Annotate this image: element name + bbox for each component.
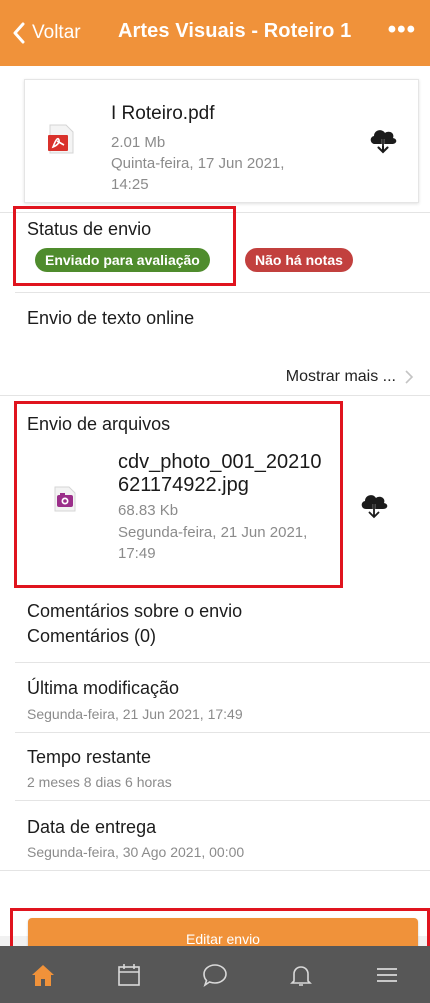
divider bbox=[15, 292, 430, 293]
bell-icon bbox=[290, 965, 312, 986]
status-badge-no-grades: Não há notas bbox=[245, 248, 353, 272]
attachment-date-line2: 14:25 bbox=[111, 176, 149, 193]
submitted-file-size: 68.83 Kb bbox=[118, 502, 179, 519]
more-options-button[interactable]: ••• bbox=[388, 18, 416, 42]
chevron-right-icon bbox=[405, 370, 414, 384]
time-remaining-value: 2 meses 8 dias 6 horas bbox=[27, 774, 172, 790]
cloud-download-icon[interactable] bbox=[358, 489, 390, 521]
attachment-file-size: 2.01 Mb bbox=[111, 134, 166, 151]
tab-messages[interactable] bbox=[195, 955, 235, 995]
divider bbox=[0, 870, 430, 871]
tab-home[interactable] bbox=[23, 955, 63, 995]
calendar-icon bbox=[118, 963, 140, 986]
tab-menu[interactable] bbox=[367, 955, 407, 995]
submitted-file-name-line2: 621174922.jpg bbox=[118, 474, 249, 496]
divider bbox=[15, 662, 430, 663]
submitted-file-name[interactable]: cdv_photo_001_20210 621174922.jpg bbox=[118, 451, 338, 497]
status-highlight bbox=[13, 206, 236, 286]
home-icon bbox=[32, 964, 54, 986]
divider bbox=[0, 395, 430, 396]
page-title: Artes Visuais - Roteiro 1 bbox=[118, 20, 352, 42]
submission-status-label: Status de envio bbox=[27, 219, 152, 239]
last-modified-value: Segunda-feira, 21 Jun 2021, 17:49 bbox=[27, 706, 243, 722]
cloud-download-icon[interactable] bbox=[367, 124, 399, 156]
time-remaining-label: Tempo restante bbox=[27, 747, 152, 767]
online-text-label: Envio de texto online bbox=[27, 308, 195, 328]
submitted-file-name-line1: cdv_photo_001_20210 bbox=[118, 451, 322, 473]
image-file-icon bbox=[54, 486, 76, 512]
attachment-file-name: I Roteiro.pdf bbox=[111, 103, 215, 124]
chevron-left-icon bbox=[13, 22, 25, 44]
show-more-link[interactable]: Mostrar mais ... bbox=[286, 368, 414, 386]
comments-count-link[interactable]: Comentários (0) bbox=[27, 626, 156, 647]
last-modified-label: Última modificação bbox=[27, 678, 180, 698]
status-badge-submitted: Enviado para avaliação bbox=[35, 248, 210, 272]
bottom-tab-bar bbox=[0, 946, 430, 1003]
comments-label: Comentários sobre o envio bbox=[27, 601, 243, 621]
divider bbox=[15, 732, 430, 733]
back-button[interactable]: Voltar bbox=[0, 0, 81, 66]
pdf-file-icon bbox=[48, 124, 74, 154]
attachment-date-line1: Quinta-feira, 17 Jun 2021, bbox=[111, 155, 285, 172]
tab-notifications[interactable] bbox=[281, 955, 321, 995]
back-label: Voltar bbox=[32, 22, 81, 43]
submitted-file-date-line1: Segunda-feira, 21 Jun 2021, bbox=[118, 524, 308, 541]
submission-content: I Roteiro.pdf 2.01 Mb Quinta-feira, 17 J… bbox=[0, 66, 430, 936]
attachment-card[interactable]: I Roteiro.pdf 2.01 Mb Quinta-feira, 17 J… bbox=[24, 79, 419, 203]
divider bbox=[15, 800, 430, 801]
file-submission-label: Envio de arquivos bbox=[27, 414, 171, 434]
top-bar: Voltar Artes Visuais - Roteiro 1 ••• bbox=[0, 0, 430, 66]
due-date-label: Data de entrega bbox=[27, 817, 157, 837]
menu-icon bbox=[377, 967, 397, 982]
due-date-value: Segunda-feira, 30 Ago 2021, 00:00 bbox=[27, 844, 245, 860]
chat-icon bbox=[203, 963, 227, 987]
tab-calendar[interactable] bbox=[109, 955, 149, 995]
show-more-label: Mostrar mais ... bbox=[285, 368, 396, 385]
submitted-file-date-line2: 17:49 bbox=[118, 545, 156, 562]
